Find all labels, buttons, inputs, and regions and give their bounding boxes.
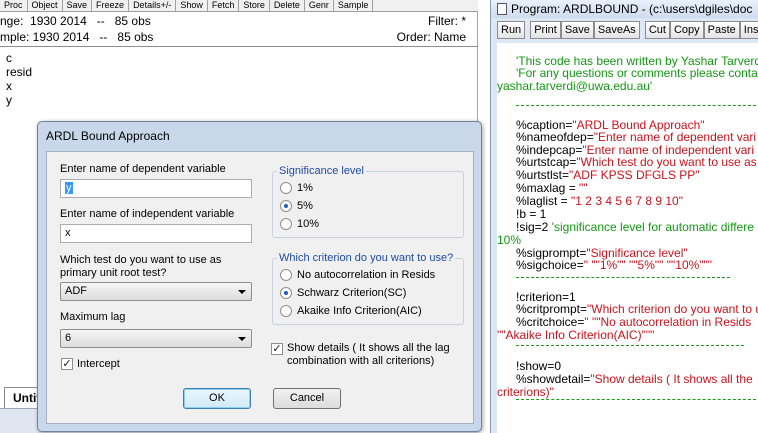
crit-sc-radio[interactable] [280, 287, 292, 299]
workfile-divider [0, 46, 478, 47]
workfile-sample-row: mple: 1930 2014 -- 85 obs Order: Name [0, 29, 478, 45]
indep-var-label: Enter name of independent variable [60, 208, 235, 220]
test-label-line1: Which test do you want to use as [60, 254, 222, 266]
crit-sc-label: Schwarz Criterion(SC) [297, 287, 407, 299]
workfile-toolbar-freeze[interactable]: Freeze [92, 0, 130, 11]
significance-group-title: Significance level [277, 165, 366, 177]
dep-var-value: y [65, 182, 73, 194]
workfile-toolbar-proc[interactable]: Proc [0, 0, 28, 11]
comment-separator [516, 105, 756, 106]
saveas-button[interactable]: SaveAs [593, 21, 640, 39]
dep-var-input[interactable]: y [60, 179, 252, 198]
workfile-toolbar-sample[interactable]: Sample [334, 0, 374, 11]
intercept-label: Intercept [77, 358, 120, 370]
workfile-toolbar-fetch[interactable]: Fetch [208, 0, 240, 11]
comment-separator [516, 345, 744, 346]
ok-button[interactable]: OK [183, 388, 251, 409]
show-details-line2: combination with all criterions) [287, 355, 435, 367]
crit-aic-radio[interactable] [280, 305, 292, 317]
workfile-order-label: Order: Name [396, 30, 466, 44]
workfile-toolbar-delete[interactable]: Delete [270, 0, 305, 11]
intercept-checkbox[interactable]: ✓ [61, 358, 73, 370]
program-window: Program: ARDLBOUND - (c:\users\dgiles\do… [490, 0, 758, 433]
max-lag-label: Maximum lag [60, 311, 126, 323]
paste-button[interactable]: Paste [703, 21, 740, 39]
workfile-sample-label: mple: 1930 2014 -- 85 obs [0, 30, 154, 44]
workfile-toolbar-details[interactable]: Details+/- [129, 0, 177, 11]
comment-separator [516, 399, 756, 400]
max-lag-select[interactable]: 6 [60, 329, 252, 348]
crit-autocorr-radio[interactable] [280, 269, 292, 281]
print-button[interactable]: Print [530, 21, 561, 39]
test-label-line2: primary unit root test? [60, 267, 167, 279]
list-item[interactable]: x [6, 79, 32, 93]
indep-var-value: x [65, 227, 71, 239]
run-button[interactable]: Run [497, 21, 526, 39]
dep-var-label: Enter name of dependent variable [60, 163, 226, 175]
program-toolbar: Run Print Save SaveAs Cut Copy Paste Ins… [497, 21, 758, 39]
sig-1-label: 1% [297, 182, 313, 194]
workfile-toolbar-store[interactable]: Store [239, 0, 270, 11]
comment-separator [516, 277, 730, 278]
dialog-body: Enter name of dependent variable y Enter… [46, 151, 474, 424]
list-item[interactable]: resid [6, 65, 32, 79]
workfile-range-label: nge: 1930 2014 -- 85 obs [0, 14, 151, 28]
workfile-toolbar-show[interactable]: Show [176, 0, 208, 11]
chevron-down-icon [238, 290, 246, 294]
sig-5-label: 5% [297, 200, 313, 212]
code-line: ""Akaike Info Criterion(AIC)""" [497, 328, 655, 342]
sig-1-radio[interactable] [280, 182, 292, 194]
criterion-group-title: Which criterion do you want to use? [277, 252, 456, 264]
show-details-checkbox[interactable]: ✓ [271, 343, 283, 355]
code-line: yashar.tarverdi@uwa.edu.au' [497, 79, 653, 93]
workfile-toolbar: Proc Object Save Freeze Details+/- Show … [0, 0, 478, 12]
ardl-dialog: ARDL Bound Approach Enter name of depend… [37, 121, 482, 432]
unit-root-test-select[interactable]: ADF [60, 282, 252, 301]
max-lag-value: 6 [65, 332, 72, 344]
cancel-button[interactable]: Cancel [273, 388, 341, 409]
workfile-filter-label: Filter: * [427, 14, 466, 28]
code-line: %sigchoice=" ""1%"" ""5%"" ""10%""" [516, 258, 713, 272]
cut-button[interactable]: Cut [644, 21, 670, 39]
unit-root-test-value: ADF [65, 285, 87, 297]
insert-button[interactable]: Inse [739, 21, 758, 39]
list-item[interactable]: c [6, 51, 32, 65]
program-editor[interactable]: 'This code has been written by Yashar Ta… [497, 43, 758, 433]
program-titlebar: Program: ARDLBOUND - (c:\users\dgiles\do… [491, 0, 758, 18]
chevron-down-icon [238, 337, 246, 341]
save-button[interactable]: Save [560, 21, 594, 39]
dialog-title: ARDL Bound Approach [46, 129, 170, 143]
sig-10-radio[interactable] [280, 218, 292, 230]
show-details-line1: Show details ( It shows all the lag [287, 342, 450, 354]
list-item[interactable]: y [6, 93, 32, 107]
workfile-object-list: c resid x y [6, 51, 32, 107]
copy-button[interactable]: Copy [669, 21, 704, 39]
crit-aic-label: Akaike Info Criterion(AIC) [297, 305, 422, 317]
crit-autocorr-label: No autocorrelation in Resids [297, 269, 436, 281]
indep-var-input[interactable]: x [60, 224, 252, 243]
workfile-toolbar-save[interactable]: Save [63, 0, 93, 11]
program-title: Program: ARDLBOUND - (c:\users\dgiles\do… [511, 2, 753, 16]
document-icon [497, 3, 507, 15]
workfile-range-row: nge: 1930 2014 -- 85 obs Filter: * [0, 13, 478, 29]
workfile-toolbar-genr[interactable]: Genr [305, 0, 334, 11]
sig-10-label: 10% [297, 218, 320, 230]
sig-5-radio[interactable] [280, 200, 292, 212]
workfile-toolbar-object[interactable]: Object [28, 0, 63, 11]
code-line: criterions)" [497, 385, 554, 399]
code-line: !sig=2 'significance level for automatic… [516, 220, 754, 234]
